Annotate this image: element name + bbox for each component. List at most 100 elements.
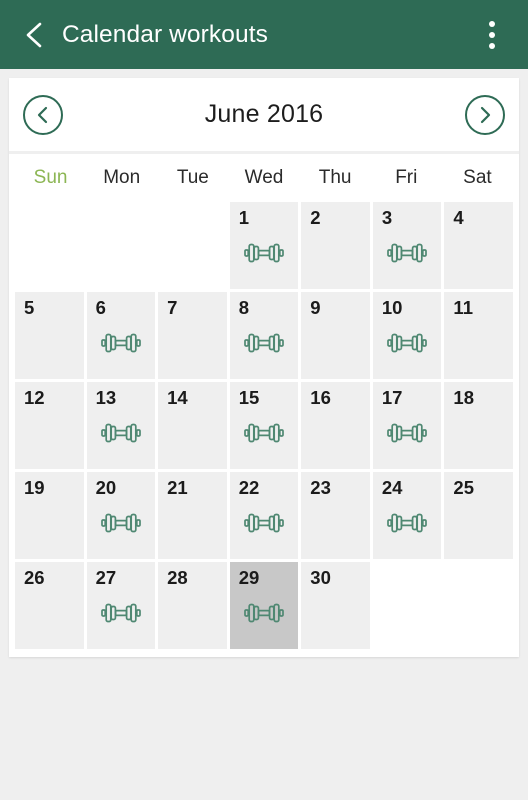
calendar-day-cell-5[interactable]: 5 bbox=[15, 292, 84, 379]
chevron-left-icon bbox=[22, 20, 46, 50]
calendar-day-cell-1[interactable]: 1 bbox=[229, 202, 299, 289]
dumbbell-icon bbox=[373, 510, 442, 536]
day-number: 14 bbox=[167, 387, 188, 408]
calendar-day-cell-16[interactable]: 16 bbox=[301, 382, 370, 469]
dumbbell-icon bbox=[230, 510, 299, 536]
more-vertical-icon-dot bbox=[489, 31, 495, 38]
weekday-label-thu: Thu bbox=[318, 167, 352, 188]
dumbbell-icon bbox=[373, 330, 442, 356]
app-bar: Calendar workouts bbox=[0, 0, 528, 69]
calendar-day-cell-3[interactable]: 3 bbox=[372, 202, 442, 289]
next-month-button[interactable] bbox=[465, 94, 505, 135]
calendar-day-cell-27[interactable]: 27 bbox=[86, 562, 156, 649]
calendar-day-cell-7[interactable]: 7 bbox=[158, 292, 227, 379]
dumbbell-icon bbox=[87, 330, 156, 356]
weekday-label-mon: Mon bbox=[103, 167, 141, 188]
weekday-label-fri: Fri bbox=[395, 167, 418, 188]
calendar-day-cell-29[interactable]: 29 bbox=[229, 562, 299, 649]
calendar-day-cell-25[interactable]: 25 bbox=[444, 472, 513, 559]
day-number: 16 bbox=[310, 387, 331, 408]
weekday-label-sun: Sun bbox=[33, 167, 68, 188]
calendar-day-cell-14[interactable]: 14 bbox=[158, 382, 227, 469]
day-number: 19 bbox=[24, 477, 45, 498]
calendar-day-cell-24[interactable]: 24 bbox=[372, 472, 442, 559]
dumbbell-icon bbox=[373, 420, 442, 446]
day-number: 10 bbox=[381, 297, 403, 318]
calendar-cell-empty bbox=[158, 202, 227, 289]
calendar-card: June 2016 Sun Mon Tue Wed Thu Fri Sat 12345678… bbox=[9, 78, 519, 657]
day-number: 2 bbox=[310, 207, 321, 228]
day-number: 28 bbox=[167, 567, 188, 588]
day-number: 22 bbox=[238, 477, 260, 498]
dumbbell-icon bbox=[230, 240, 299, 266]
calendar-day-cell-26[interactable]: 26 bbox=[15, 562, 84, 649]
day-number: 11 bbox=[453, 297, 473, 318]
day-number: 29 bbox=[238, 567, 260, 588]
chevron-left-circle-icon bbox=[34, 105, 52, 125]
calendar-day-cell-6[interactable]: 6 bbox=[86, 292, 156, 379]
day-number: 24 bbox=[381, 477, 403, 498]
calendar-day-cell-15[interactable]: 15 bbox=[229, 382, 299, 469]
day-number: 23 bbox=[310, 477, 331, 498]
calendar-cell-empty bbox=[15, 202, 84, 289]
day-number: 13 bbox=[95, 387, 117, 408]
calendar-day-cell-21[interactable]: 21 bbox=[158, 472, 227, 559]
weekday-label-tue: Tue bbox=[176, 167, 209, 188]
dumbbell-icon bbox=[373, 240, 442, 266]
calendar-day-grid: 1 2 3 4 5 6 7 8 9 10 11 12 13 14 15 16 17 18 19 20 21 22 23 24 2… bbox=[9, 202, 519, 657]
day-number: 5 bbox=[24, 297, 35, 318]
calendar-workouts-screen: Calendar workouts June 2016 Sun Mon Tue … bbox=[0, 0, 528, 800]
calendar-day-cell-17[interactable]: 17 bbox=[372, 382, 442, 469]
day-number: 17 bbox=[381, 387, 403, 408]
calendar-day-cell-19[interactable]: 19 bbox=[15, 472, 84, 559]
page-title: Calendar workouts bbox=[62, 20, 268, 48]
current-month-label: June 2016 bbox=[204, 100, 324, 128]
weekday-label-sat: Sat bbox=[463, 167, 492, 188]
calendar-cell-empty bbox=[444, 562, 513, 649]
day-number: 20 bbox=[95, 477, 117, 498]
calendar-day-cell-20[interactable]: 20 bbox=[86, 472, 156, 559]
day-number: 12 bbox=[24, 387, 45, 408]
calendar-day-cell-22[interactable]: 22 bbox=[229, 472, 299, 559]
day-number: 6 bbox=[95, 297, 106, 318]
day-number: 25 bbox=[453, 477, 474, 498]
calendar-day-cell-30[interactable]: 30 bbox=[301, 562, 370, 649]
calendar-day-cell-4[interactable]: 4 bbox=[444, 202, 513, 289]
day-number: 18 bbox=[453, 387, 474, 408]
calendar-day-cell-9[interactable]: 9 bbox=[301, 292, 370, 379]
day-number: 1 bbox=[238, 207, 249, 228]
weekday-header-row: Sun Mon Tue Wed Thu Fri Sat bbox=[9, 154, 519, 202]
calendar-day-cell-12[interactable]: 12 bbox=[15, 382, 84, 469]
overflow-menu-button[interactable] bbox=[470, 11, 514, 59]
day-number: 30 bbox=[310, 567, 331, 588]
day-number: 27 bbox=[95, 567, 117, 588]
day-number: 21 bbox=[167, 477, 188, 498]
dumbbell-icon bbox=[87, 510, 156, 536]
calendar-day-cell-10[interactable]: 10 bbox=[372, 292, 442, 379]
dumbbell-icon bbox=[87, 600, 156, 626]
calendar-day-cell-23[interactable]: 23 bbox=[301, 472, 370, 559]
month-navigation-bar: June 2016 bbox=[9, 78, 519, 154]
dumbbell-icon bbox=[87, 420, 156, 446]
dumbbell-icon bbox=[230, 330, 299, 356]
calendar-day-cell-18[interactable]: 18 bbox=[444, 382, 513, 469]
chevron-right-circle-icon bbox=[476, 105, 494, 125]
dumbbell-icon bbox=[230, 420, 299, 446]
calendar-day-cell-2[interactable]: 2 bbox=[301, 202, 370, 289]
day-number: 4 bbox=[453, 207, 464, 228]
previous-month-button[interactable] bbox=[23, 94, 63, 135]
weekday-label-wed: Wed bbox=[244, 167, 284, 188]
calendar-day-cell-28[interactable]: 28 bbox=[158, 562, 227, 649]
calendar-cell-empty bbox=[86, 202, 156, 289]
day-number: 3 bbox=[381, 207, 393, 228]
back-button[interactable] bbox=[12, 13, 56, 57]
day-number: 7 bbox=[167, 297, 178, 318]
more-vertical-icon-dot bbox=[489, 42, 495, 49]
calendar-day-cell-11[interactable]: 11 bbox=[444, 292, 513, 379]
day-number: 15 bbox=[238, 387, 260, 408]
day-number: 9 bbox=[310, 297, 321, 318]
calendar-cell-empty bbox=[372, 562, 442, 649]
calendar-day-cell-8[interactable]: 8 bbox=[229, 292, 299, 379]
day-number: 8 bbox=[238, 297, 249, 318]
calendar-day-cell-13[interactable]: 13 bbox=[86, 382, 156, 469]
